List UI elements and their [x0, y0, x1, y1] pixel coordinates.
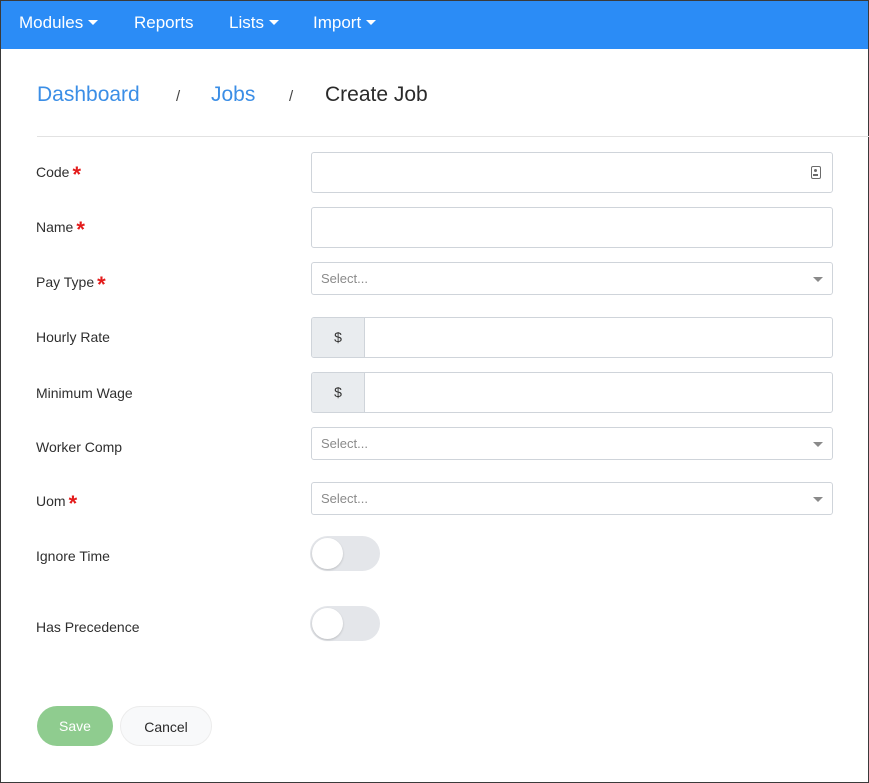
- breadcrumb-current-page: Create Job: [325, 83, 428, 106]
- nav-reports-label: Reports: [134, 13, 194, 32]
- has-precedence-label-text: Has Precedence: [36, 619, 140, 635]
- currency-addon: $: [312, 373, 365, 412]
- minimum-wage-input-group: $: [311, 372, 833, 413]
- hourly-rate-label: Hourly Rate: [36, 329, 110, 345]
- id-card-icon[interactable]: [811, 166, 821, 179]
- worker-comp-placeholder: Select...: [321, 436, 368, 451]
- breadcrumb-separator: /: [176, 88, 181, 105]
- toggle-knob: [312, 538, 343, 569]
- code-label: Code *: [36, 164, 81, 186]
- pay-type-label-text: Pay Type: [36, 274, 95, 290]
- code-input[interactable]: [311, 152, 833, 193]
- pay-type-placeholder: Select...: [321, 271, 368, 286]
- top-navbar: Modules Reports Lists Import: [1, 1, 868, 49]
- page: Modules Reports Lists Import Dashboard /…: [0, 0, 869, 783]
- header-divider: [37, 136, 869, 137]
- nav-import-menu[interactable]: Import: [313, 1, 377, 49]
- pay-type-label: Pay Type *: [36, 274, 106, 296]
- chevron-down-icon: [813, 442, 823, 447]
- toggle-knob: [312, 608, 343, 639]
- has-precedence-label: Has Precedence: [36, 619, 140, 635]
- nav-reports-link[interactable]: Reports: [134, 1, 194, 49]
- hourly-rate-input[interactable]: [366, 318, 832, 357]
- ignore-time-label: Ignore Time: [36, 548, 110, 564]
- has-precedence-toggle[interactable]: [310, 606, 380, 641]
- minimum-wage-input[interactable]: [366, 373, 832, 412]
- ignore-time-label-text: Ignore Time: [36, 548, 110, 564]
- worker-comp-label: Worker Comp: [36, 439, 122, 455]
- caret-down-icon: [366, 20, 377, 25]
- uom-label: Uom *: [36, 493, 77, 515]
- uom-label-text: Uom: [36, 493, 66, 509]
- caret-down-icon: [88, 20, 99, 25]
- cancel-button[interactable]: Cancel: [120, 706, 212, 746]
- required-asterisk: *: [72, 162, 82, 187]
- worker-comp-select[interactable]: Select...: [311, 427, 833, 460]
- code-label-text: Code: [36, 164, 70, 180]
- uom-select[interactable]: Select...: [311, 482, 833, 515]
- chevron-down-icon: [813, 497, 823, 502]
- nav-modules-label: Modules: [19, 13, 84, 32]
- caret-down-icon: [268, 20, 279, 25]
- hourly-rate-input-group: $: [311, 317, 833, 358]
- hourly-rate-label-text: Hourly Rate: [36, 329, 110, 345]
- pay-type-select[interactable]: Select...: [311, 262, 833, 295]
- ignore-time-toggle[interactable]: [310, 536, 380, 571]
- currency-addon: $: [312, 318, 365, 357]
- minimum-wage-label-text: Minimum Wage: [36, 385, 133, 401]
- chevron-down-icon: [813, 277, 823, 282]
- breadcrumb-dashboard-link[interactable]: Dashboard: [37, 83, 140, 107]
- nav-lists-menu[interactable]: Lists: [229, 1, 279, 49]
- save-button[interactable]: Save: [37, 706, 113, 746]
- required-asterisk: *: [68, 491, 78, 516]
- name-label: Name *: [36, 219, 85, 241]
- nav-import-label: Import: [313, 13, 362, 32]
- worker-comp-label-text: Worker Comp: [36, 439, 123, 455]
- uom-placeholder: Select...: [321, 491, 368, 506]
- breadcrumb-separator: /: [289, 88, 294, 105]
- breadcrumb-jobs-link[interactable]: Jobs: [211, 83, 255, 107]
- name-label-text: Name: [36, 219, 74, 235]
- nav-lists-label: Lists: [229, 13, 264, 32]
- required-asterisk: *: [76, 217, 85, 242]
- minimum-wage-label: Minimum Wage: [36, 385, 133, 401]
- name-input[interactable]: [311, 207, 833, 248]
- required-asterisk: *: [97, 272, 106, 297]
- nav-modules-menu[interactable]: Modules: [19, 1, 99, 49]
